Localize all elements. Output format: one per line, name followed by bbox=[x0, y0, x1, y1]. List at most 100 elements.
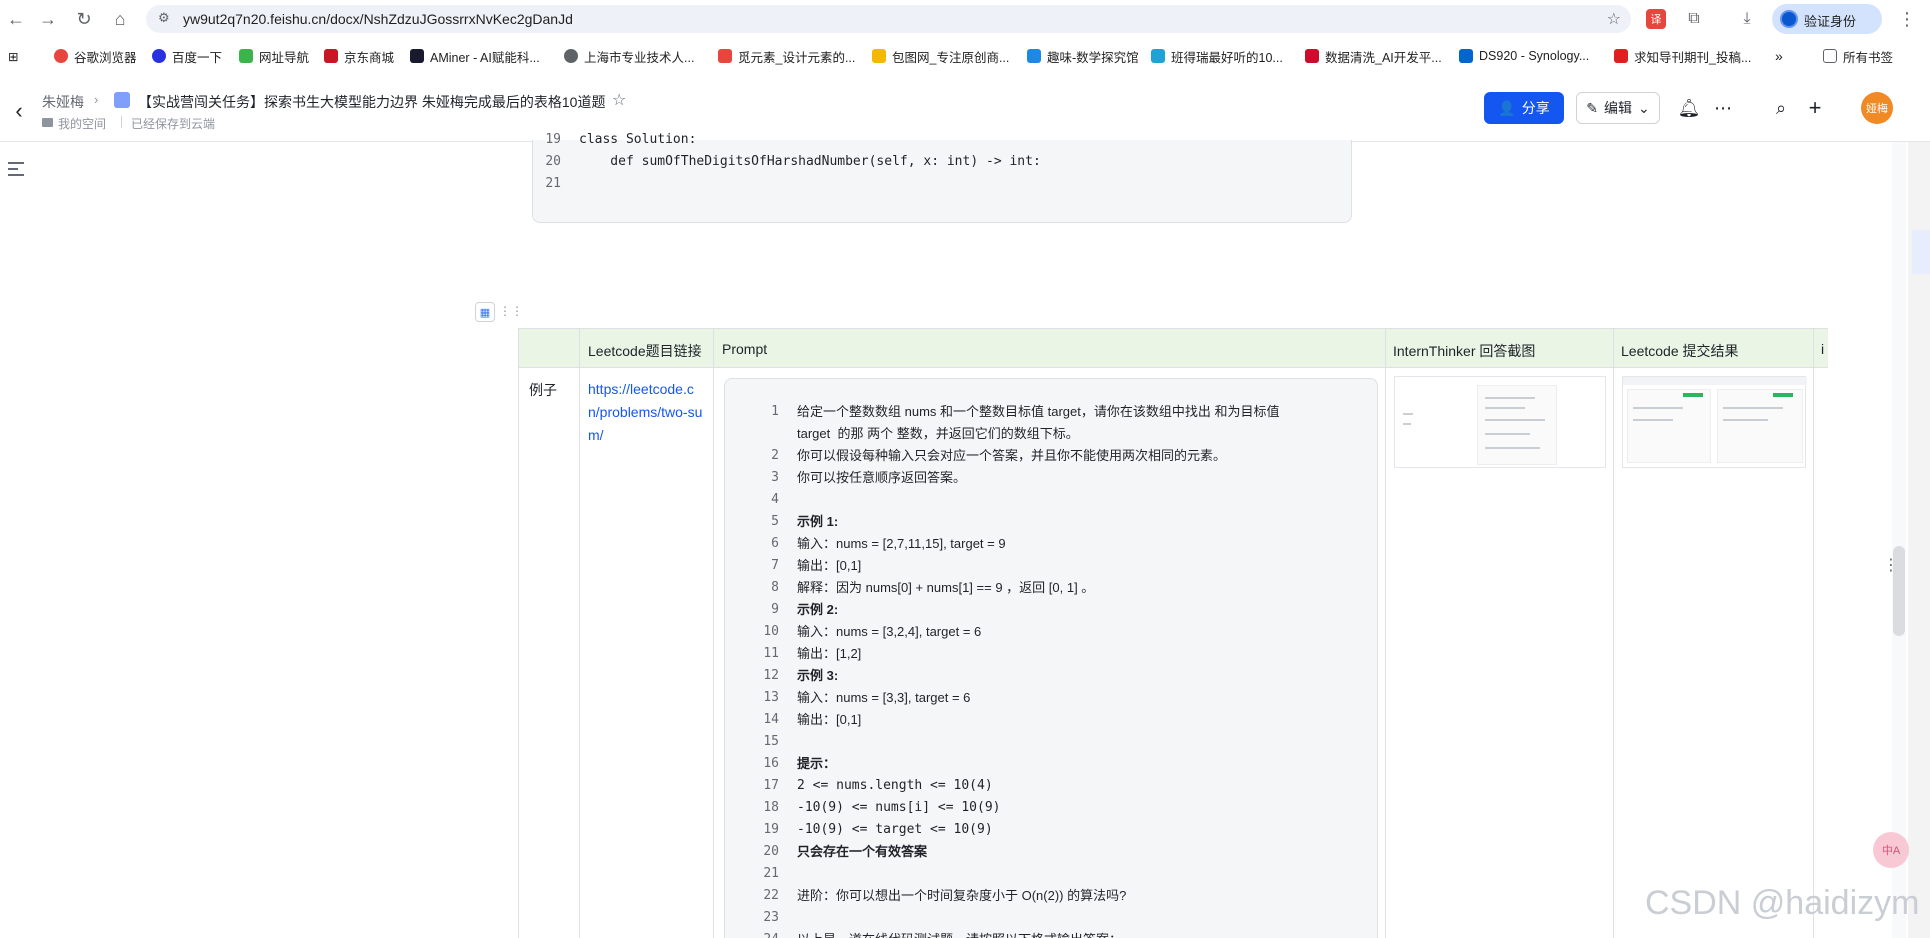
bookmark-item[interactable]: 网址导航 bbox=[239, 47, 309, 65]
extensions-puzzle-icon[interactable]: ⧉ bbox=[1683, 8, 1705, 30]
line-number: 20 bbox=[763, 844, 779, 859]
space-label[interactable]: 我的空间 bbox=[58, 115, 106, 132]
save-status: 已经保存到云端 bbox=[131, 117, 216, 131]
bookmark-item[interactable]: 趣味-数学探究馆 bbox=[1027, 47, 1139, 65]
leetcode-link[interactable]: https://leetcode.cn/problems/two-sum/ bbox=[588, 378, 704, 447]
code-line: 20 def sumOfTheDigitsOfHarshadNumber(sel… bbox=[533, 154, 1040, 176]
row-label: 例子 bbox=[529, 382, 557, 398]
plus-icon[interactable]: + bbox=[1803, 95, 1827, 120]
line-number: 7 bbox=[771, 558, 779, 573]
line-number: 18 bbox=[763, 800, 779, 815]
all-bookmarks-folder[interactable]: 所有书签 bbox=[1823, 47, 1893, 65]
search-icon[interactable]: ⌕ bbox=[1769, 96, 1793, 120]
bookmark-label: 网址导航 bbox=[259, 50, 310, 65]
bookmark-item[interactable]: 京东商城 bbox=[324, 47, 394, 65]
prompt-line: 你可以假设每种输入只会对应一个答案，并且你不能使用两次相同的元素。 bbox=[797, 448, 1227, 463]
bookmark-label: 班得瑞最好听的10... bbox=[1171, 50, 1283, 65]
line-number bbox=[725, 423, 779, 445]
verify-identity-button[interactable]: 验证身份 bbox=[1772, 4, 1882, 34]
bookmark-label: 百度一下 bbox=[172, 50, 223, 65]
menu-dots-icon[interactable]: ⋮ bbox=[1896, 8, 1918, 30]
share-button[interactable]: 👤 分享 bbox=[1484, 92, 1564, 124]
bookmark-label: 谷歌浏览器 bbox=[74, 50, 137, 65]
table-icon[interactable]: ▦ bbox=[475, 302, 495, 322]
bookmark-label: DS920 - Synology... bbox=[1479, 49, 1590, 63]
prompt-line: 输出：[0,1] bbox=[797, 712, 862, 727]
prompt-line: 输入：nums = [3,3], target = 6 bbox=[797, 690, 971, 705]
interthinker-screenshot[interactable] bbox=[1394, 376, 1606, 468]
accepted-badge bbox=[1683, 393, 1703, 397]
download-icon[interactable]: ⤓ bbox=[1736, 8, 1758, 30]
avatar[interactable]: 娅梅 bbox=[1861, 92, 1893, 124]
prompt-line: target 的那 两个 整数，并返回它们的数组下标。 bbox=[797, 426, 1079, 441]
column-header[interactable]: i bbox=[1821, 341, 1824, 357]
drag-handle-icon[interactable]: ⋮⋮ bbox=[499, 304, 523, 318]
bookmark-item[interactable]: 百度一下 bbox=[152, 47, 222, 65]
bookmark-item[interactable]: 谷歌浏览器 bbox=[54, 47, 137, 65]
prompt-line: 2 <= nums.length <= 10(4) bbox=[797, 778, 993, 793]
code-block: 19 class Solution: 20 def sumOfTheDigits… bbox=[532, 132, 1352, 223]
doc-title[interactable]: 【实战营闯关任务】探索书生大模型能力边界 朱娅梅完成最后的表格10道题 bbox=[138, 92, 605, 112]
line-number: 1 bbox=[771, 404, 779, 419]
side-panel-edge bbox=[1908, 142, 1930, 938]
line-number: 24 bbox=[725, 929, 779, 938]
apps-grid-icon[interactable]: ⊞ bbox=[8, 47, 18, 65]
code-line: 19 class Solution: bbox=[533, 132, 696, 154]
line-number: 19 bbox=[763, 822, 779, 837]
prompt-line: 进阶：你可以想出一个时间复杂度小于 O(n(2)) 的算法吗? bbox=[797, 888, 1127, 903]
bookmark-item[interactable]: 求知导刊期刊_投稿... bbox=[1614, 47, 1751, 65]
doc-type-icon bbox=[114, 92, 130, 108]
breadcrumb-owner[interactable]: 朱娅梅 bbox=[42, 92, 84, 112]
prompt-line: 示例 3: bbox=[797, 668, 839, 683]
bookmark-star-icon[interactable]: ☆ bbox=[1607, 9, 1621, 29]
prompt-line: 输入：nums = [2,7,11,15], target = 9 bbox=[797, 536, 1006, 551]
prompt-line: -10(9) <= target <= 10(9) bbox=[797, 822, 993, 837]
line-number: 5 bbox=[771, 514, 779, 529]
extension-icon[interactable]: 译 bbox=[1646, 9, 1666, 29]
line-number: 12 bbox=[763, 668, 779, 683]
home-icon[interactable]: ⌂ bbox=[108, 7, 132, 31]
line-number: 22 bbox=[763, 888, 779, 903]
code-line: 21 bbox=[533, 176, 579, 198]
prompt-line: 给定一个整数数组 nums 和一个整数目标值 target，请你在该数组中找出 … bbox=[797, 404, 1280, 419]
prompt-line: 只会存在一个有效答案 bbox=[797, 844, 928, 859]
favorite-star-icon[interactable]: ☆ bbox=[612, 90, 626, 110]
bookmark-item[interactable]: 包图网_专注原创商... bbox=[872, 47, 1009, 65]
accepted-badge bbox=[1773, 393, 1793, 397]
site-info-icon[interactable]: ⚙ bbox=[158, 10, 170, 26]
scrollbar-track[interactable] bbox=[1892, 142, 1906, 938]
back-icon[interactable]: ← bbox=[4, 7, 28, 31]
chevron-right-icon: › bbox=[94, 92, 99, 107]
bookmark-item[interactable]: AMiner - AI赋能科... bbox=[410, 47, 540, 65]
line-number: 10 bbox=[763, 624, 779, 639]
bookmark-item[interactable]: 觅元素_设计元素的... bbox=[718, 47, 855, 65]
vertical-dots-icon[interactable]: ⋮ bbox=[1883, 555, 1899, 575]
address-bar[interactable]: ⚙ yw9ut2q7n20.feishu.cn/docx/NshZdzuJGos… bbox=[146, 5, 1631, 33]
prompt-line: 输入：nums = [3,2,4], target = 6 bbox=[797, 624, 982, 639]
bookmark-item[interactable]: 上海市专业技术人... bbox=[564, 47, 694, 65]
line-number: 21 bbox=[763, 866, 779, 881]
bookmark-label: 上海市专业技术人... bbox=[584, 50, 695, 65]
more-dots-icon[interactable]: ⋯ bbox=[1711, 96, 1735, 120]
bookmark-item[interactable]: DS920 - Synology... bbox=[1459, 47, 1589, 65]
reload-icon[interactable]: ↻ bbox=[72, 7, 96, 31]
line-number: 4 bbox=[771, 492, 779, 507]
leetcode-result-screenshot[interactable] bbox=[1622, 376, 1807, 468]
line-number: 16 bbox=[763, 756, 779, 771]
bell-icon[interactable]: 🔔︎ bbox=[1677, 96, 1701, 120]
outline-toggle-icon[interactable] bbox=[8, 162, 24, 178]
forward-icon[interactable]: → bbox=[36, 7, 60, 31]
line-number: 13 bbox=[763, 690, 779, 705]
back-arrow-icon[interactable]: ‹ bbox=[8, 98, 30, 124]
line-number: 2 bbox=[771, 448, 779, 463]
line-number: 20 bbox=[545, 154, 561, 169]
edit-mode-button[interactable]: ✎ 编辑 ⌄ bbox=[1576, 92, 1660, 124]
line-number: 15 bbox=[763, 734, 779, 749]
browser-toolbar: ← → ↻ ⌂ ⚙ yw9ut2q7n20.feishu.cn/docx/Nsh… bbox=[0, 0, 1930, 38]
bookmarks-bar: ⊞ 谷歌浏览器 百度一下 网址导航 京东商城 AMiner - AI赋能科...… bbox=[0, 38, 1930, 72]
bookmark-item[interactable]: 数据清洗_AI开发平... bbox=[1305, 47, 1442, 65]
profile-icon bbox=[1780, 10, 1798, 28]
more-bookmarks-icon[interactable]: » bbox=[1775, 47, 1783, 65]
bookmark-item[interactable]: 班得瑞最好听的10... bbox=[1151, 47, 1283, 65]
translate-button[interactable]: 中A bbox=[1873, 832, 1909, 868]
